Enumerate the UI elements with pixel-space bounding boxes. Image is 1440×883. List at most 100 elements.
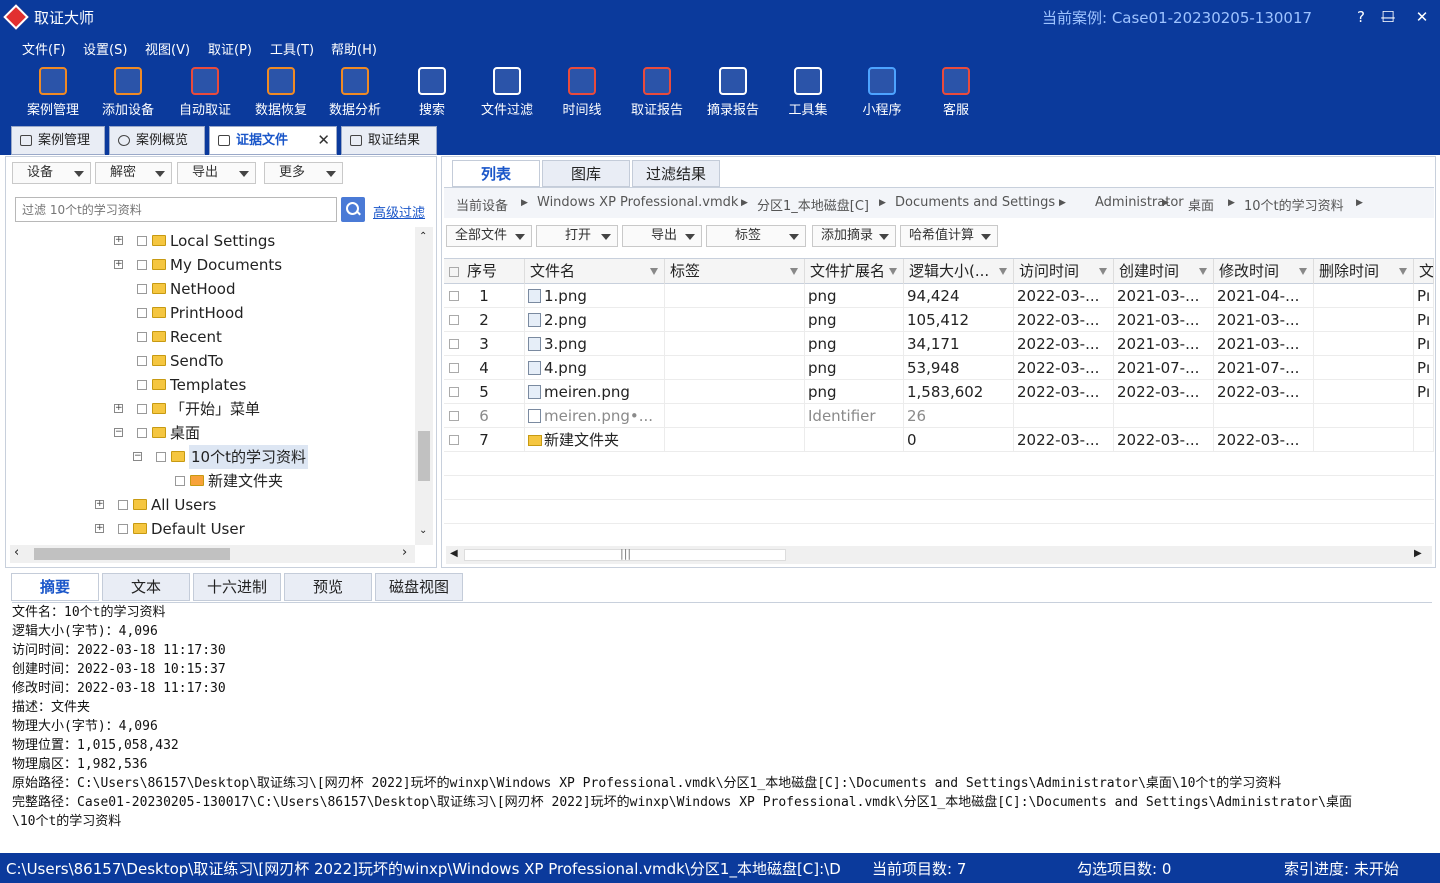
- tab-hex[interactable]: 十六进制: [193, 573, 281, 601]
- toolbar-button-6[interactable]: 文件过滤: [470, 67, 544, 121]
- toolbar-button-4[interactable]: 数据分析: [318, 67, 392, 121]
- column-header[interactable]: 文: [1414, 259, 1434, 284]
- tree-node[interactable]: − 10个t的学习资料: [6, 445, 406, 469]
- scroll-thumb[interactable]: [34, 548, 230, 560]
- chevron-right-icon[interactable]: ▶: [1059, 198, 1066, 208]
- table-row[interactable]: 1 1.png png 94,424 2022-03-... 2021-03-... 202…: [444, 284, 1434, 308]
- toolbar-button-10[interactable]: 工具集: [771, 67, 845, 121]
- close-window-button[interactable]: ✕: [1410, 5, 1434, 29]
- tab-disk-view[interactable]: 磁盘视图: [375, 573, 463, 601]
- table-row[interactable]: 4 4.png png 53,948 2022-03-... 2021-07-... 202…: [444, 356, 1434, 380]
- toolbar-button-8[interactable]: 取证报告: [620, 67, 694, 121]
- chevron-up-icon[interactable]: ⌃: [419, 231, 427, 242]
- tree-checkbox[interactable]: [137, 404, 147, 414]
- chevron-right-icon[interactable]: ▶: [1228, 198, 1235, 208]
- list-tool-button[interactable]: 添加摘录: [812, 225, 896, 247]
- tab-filter-results[interactable]: 过滤结果: [632, 160, 720, 187]
- breadcrumb-item[interactable]: 桌面: [1188, 195, 1214, 214]
- tab-summary[interactable]: 摘要: [11, 573, 99, 601]
- chevron-right-icon[interactable]: ▶: [1162, 198, 1169, 208]
- device-dropdown[interactable]: 设备: [12, 162, 91, 184]
- menu-settings[interactable]: 设置(S): [83, 39, 127, 58]
- tree-checkbox[interactable]: [137, 332, 147, 342]
- tree-node[interactable]: − 桌面: [6, 421, 406, 445]
- column-header[interactable]: 创建时间: [1114, 259, 1214, 284]
- tree-node[interactable]: + My Documents: [6, 253, 406, 277]
- tree-node[interactable]: + Default User: [6, 517, 406, 541]
- tree-filter-input[interactable]: [15, 197, 337, 222]
- select-all-checkbox[interactable]: [449, 267, 459, 277]
- list-tool-button[interactable]: 导出: [622, 225, 702, 247]
- column-header[interactable]: 文件扩展名: [805, 259, 904, 284]
- breadcrumb-item[interactable]: Administrator: [1095, 195, 1184, 210]
- tab-forensic-results[interactable]: 取证结果: [341, 126, 437, 155]
- column-header[interactable]: 标签: [665, 259, 805, 284]
- menu-tools[interactable]: 工具(T): [270, 39, 314, 58]
- tree-node[interactable]: + Local Settings: [6, 229, 406, 253]
- chevron-right-icon[interactable]: ▶: [1356, 198, 1363, 208]
- breadcrumb-item[interactable]: Documents and Settings: [895, 195, 1055, 210]
- chevron-down-icon[interactable]: ⌄: [419, 525, 427, 536]
- tree-checkbox[interactable]: [175, 476, 185, 486]
- tree-checkbox[interactable]: [156, 452, 166, 462]
- tab-gallery[interactable]: 图库: [542, 160, 630, 187]
- column-header[interactable]: 逻辑大小(...: [904, 259, 1014, 284]
- expand-toggle-icon[interactable]: +: [114, 260, 123, 269]
- filter-icon[interactable]: [1299, 268, 1307, 275]
- tab-text[interactable]: 文本: [102, 573, 190, 601]
- table-row[interactable]: 7 新建文件夹 0 2022-03-... 2022-03-... 2022-03-...: [444, 428, 1434, 452]
- toolbar-button-1[interactable]: 添加设备: [91, 67, 165, 121]
- decrypt-dropdown[interactable]: 解密: [95, 162, 172, 184]
- filter-icon[interactable]: [790, 268, 798, 275]
- tab-case-manage[interactable]: 案例管理: [11, 126, 105, 155]
- column-header[interactable]: 修改时间: [1214, 259, 1314, 284]
- tree-node[interactable]: + All Users: [6, 493, 406, 517]
- toolbar-button-11[interactable]: 小程序: [845, 67, 919, 121]
- breadcrumb-item[interactable]: Windows XP Professional.vmdk: [537, 195, 738, 210]
- scroll-thumb[interactable]: [418, 431, 430, 481]
- chevron-right-icon[interactable]: ▶: [521, 198, 528, 208]
- tab-evidence-files[interactable]: 证据文件 ✕: [209, 126, 337, 155]
- toolbar-button-9[interactable]: 摘录报告: [696, 67, 770, 121]
- chevron-left-icon[interactable]: ◀: [450, 548, 458, 559]
- advanced-filter-link[interactable]: 高级过滤: [373, 202, 425, 221]
- list-tool-button[interactable]: 标签: [706, 225, 806, 247]
- search-icon[interactable]: [341, 197, 365, 222]
- tree-checkbox[interactable]: [137, 428, 147, 438]
- filter-icon[interactable]: [889, 268, 897, 275]
- tree-horizontal-scrollbar[interactable]: ‹ ›: [10, 545, 415, 563]
- tree-checkbox[interactable]: [137, 308, 147, 318]
- expand-toggle-icon[interactable]: +: [114, 404, 123, 413]
- toolbar-button-12[interactable]: 客服: [919, 67, 993, 121]
- more-dropdown[interactable]: 更多: [264, 162, 343, 184]
- tree-checkbox[interactable]: [137, 284, 147, 294]
- grid-horizontal-scrollbar[interactable]: ◀ ||| ▶: [446, 546, 1432, 564]
- tree-node[interactable]: 新建文件夹: [6, 469, 406, 493]
- column-header[interactable]: 删除时间: [1314, 259, 1414, 284]
- tree-node[interactable]: NetHood: [6, 277, 406, 301]
- export-dropdown[interactable]: 导出: [177, 162, 256, 184]
- breadcrumb-item[interactable]: 当前设备: [456, 195, 508, 214]
- chevron-right-icon[interactable]: ▶: [1414, 548, 1422, 559]
- tree-node[interactable]: + 「开始」菜单: [6, 397, 406, 421]
- list-tool-button[interactable]: 哈希值计算: [900, 225, 998, 247]
- tab-list[interactable]: 列表: [452, 160, 540, 187]
- menu-forensics[interactable]: 取证(P): [208, 39, 252, 58]
- tree-node[interactable]: SendTo: [6, 349, 406, 373]
- breadcrumb-item[interactable]: 10个t的学习资料: [1244, 195, 1344, 214]
- help-button[interactable]: ?: [1349, 5, 1373, 29]
- breadcrumb-item[interactable]: 分区1_本地磁盘[C]: [757, 195, 869, 214]
- menu-help[interactable]: 帮助(H): [331, 39, 377, 58]
- list-tool-button[interactable]: 全部文件: [446, 225, 532, 247]
- tree-checkbox[interactable]: [137, 260, 147, 270]
- column-header[interactable]: 序号: [462, 259, 525, 284]
- expand-toggle-icon[interactable]: −: [133, 452, 142, 461]
- expand-toggle-icon[interactable]: +: [114, 236, 123, 245]
- list-tool-button[interactable]: 打开: [536, 225, 618, 247]
- tab-preview[interactable]: 预览: [284, 573, 372, 601]
- filter-icon[interactable]: [650, 268, 658, 275]
- tree-checkbox[interactable]: [118, 500, 128, 510]
- toolbar-button-0[interactable]: 案例管理: [16, 67, 90, 121]
- toolbar-button-2[interactable]: 自动取证: [168, 67, 242, 121]
- expand-toggle-icon[interactable]: +: [95, 500, 104, 509]
